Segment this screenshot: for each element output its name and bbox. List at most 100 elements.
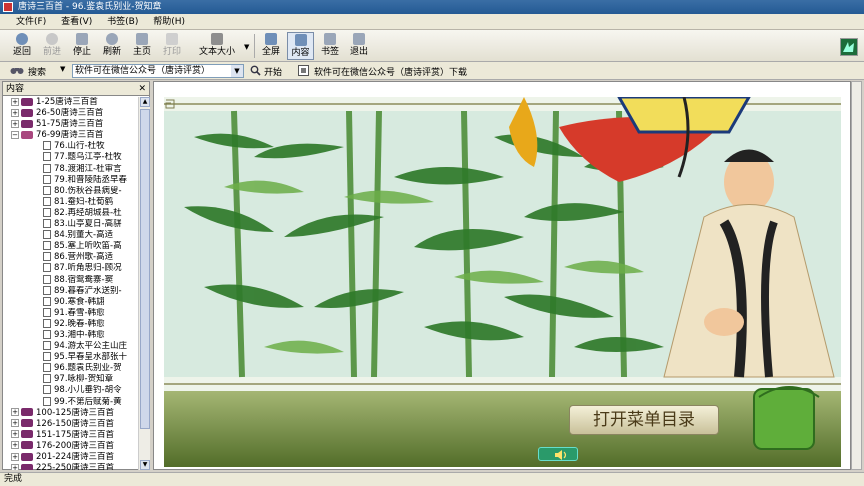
- tree-item[interactable]: 98.小儿垂钓-胡令: [3, 385, 138, 396]
- contents-panel-title: 内容: [6, 84, 25, 94]
- menu-help[interactable]: 帮助(H): [147, 14, 191, 28]
- text-size-icon: [211, 33, 223, 45]
- expand-icon[interactable]: +: [11, 441, 19, 450]
- tree-folder[interactable]: − 76-99唐诗三百首: [3, 130, 138, 141]
- tree-folder[interactable]: +151-175唐诗三百首: [3, 430, 138, 441]
- tree-folder[interactable]: +51-75唐诗三百首: [3, 119, 138, 130]
- expand-icon[interactable]: +: [11, 119, 19, 128]
- expand-icon[interactable]: +: [11, 463, 19, 470]
- window-title: 唐诗三百首 - 96.鉴袁氏别业-贺知章: [18, 2, 162, 12]
- back-button[interactable]: 返回: [8, 32, 36, 60]
- collapse-icon[interactable]: −: [11, 130, 19, 139]
- tree-item[interactable]: 82.再经胡城县-杜: [3, 207, 138, 219]
- page-icon: [43, 263, 51, 273]
- chevron-down-icon[interactable]: ▼: [231, 65, 243, 77]
- open-menu-button[interactable]: 打开菜单目录: [569, 405, 719, 435]
- tree-folder[interactable]: +176-200唐诗三百首: [3, 441, 138, 452]
- fullscreen-button[interactable]: 全屏: [258, 32, 284, 60]
- text-size-button[interactable]: 文本大小: [192, 32, 242, 60]
- book-icon: [21, 108, 33, 117]
- tree-item[interactable]: 96.题袁氏别业-贺: [3, 363, 138, 374]
- tree-folder[interactable]: +225-250唐诗三百首: [3, 463, 138, 470]
- page-icon: [43, 230, 51, 240]
- tree-folder[interactable]: +1-25唐诗三百首: [3, 97, 138, 108]
- close-icon[interactable]: ✕: [138, 82, 146, 96]
- back-arrow-icon: [16, 33, 28, 45]
- speaker-icon[interactable]: [538, 447, 578, 461]
- search-label[interactable]: 搜索: [28, 65, 46, 78]
- tree-item[interactable]: 84.别董大-高适: [3, 230, 138, 241]
- tree-item[interactable]: 95.早春呈水部张十: [3, 352, 138, 363]
- book-icon: [21, 419, 33, 428]
- expand-icon[interactable]: +: [11, 108, 19, 117]
- tree-item[interactable]: 85.塞上听吹笛-高: [3, 241, 138, 252]
- tree-item[interactable]: 77.题乌江亭-杜牧: [3, 152, 138, 163]
- tree-item[interactable]: 87.听角思归-顾况: [3, 263, 138, 274]
- stop-button[interactable]: 停止: [68, 32, 96, 60]
- exit-button[interactable]: 退出: [346, 32, 372, 60]
- tree-item[interactable]: 93.湘中-韩愈: [3, 329, 138, 341]
- forward-button[interactable]: 前进: [38, 32, 66, 60]
- tree-label: 225-250唐诗三百首: [36, 463, 115, 470]
- tree-label: 87.听角思归-顾况: [54, 263, 122, 274]
- tree-label: 76.山行-杜牧: [54, 141, 105, 152]
- tree-item[interactable]: 90.寒食-韩翃: [3, 296, 138, 308]
- flash-stage: 打开菜单目录: [164, 97, 841, 467]
- tree-item[interactable]: 83.山亭夏日-高骈: [3, 219, 138, 230]
- scroll-up-icon[interactable]: ▲: [140, 97, 150, 107]
- tree-item[interactable]: 81.蚕妇-杜荀鹤: [3, 196, 138, 208]
- app-icon: [3, 2, 13, 12]
- content-scrollbar[interactable]: [851, 81, 862, 470]
- text-size-dropdown-icon[interactable]: ▼: [244, 43, 249, 51]
- menu-bookmarks[interactable]: 书签(B): [101, 14, 144, 28]
- tree-label: 84.别董大-高适: [54, 230, 114, 241]
- home-button[interactable]: 主页: [128, 32, 156, 60]
- contents-button[interactable]: 内容: [287, 32, 314, 60]
- tree-item[interactable]: 88.宿鸳鸯寨-窦: [3, 274, 138, 286]
- expand-icon[interactable]: +: [11, 430, 19, 439]
- tree-item[interactable]: 99.不第后赋菊-黄: [3, 396, 138, 408]
- tree-folder[interactable]: +26-50唐诗三百首: [3, 108, 138, 119]
- tree-label: 126-150唐诗三百首: [36, 418, 115, 429]
- status-text: 完成: [4, 474, 23, 484]
- tree-folder[interactable]: +100-125唐诗三百首: [3, 408, 138, 419]
- tree-item[interactable]: 78.渡湘江-杜审言: [3, 163, 138, 175]
- title-bar: 唐诗三百首 - 96.鉴袁氏别业-贺知章: [0, 0, 864, 14]
- search-dropdown-icon[interactable]: ▼: [60, 65, 65, 73]
- start-button[interactable]: 开始: [264, 65, 282, 78]
- bookmark-button[interactable]: 书签: [317, 32, 343, 60]
- tree-label: 90.寒食-韩翃: [54, 296, 105, 307]
- tree-item[interactable]: 89.暮春浐水送别-: [3, 285, 138, 297]
- tree-item[interactable]: 92.晚春-韩愈: [3, 318, 138, 330]
- tree-item[interactable]: 91.春雪-韩愈: [3, 307, 138, 319]
- forward-arrow-icon: [46, 33, 58, 45]
- expand-icon[interactable]: +: [11, 452, 19, 461]
- search-combo[interactable]: 软件可在微信公众号（唐诗评赏） ▼: [72, 64, 244, 78]
- print-button[interactable]: 打印: [158, 32, 186, 60]
- tree-folder[interactable]: +126-150唐诗三百首: [3, 419, 138, 430]
- menu-bar: 文件(F) 查看(V) 书签(B) 帮助(H): [0, 14, 864, 30]
- tree-item[interactable]: 76.山行-杜牧: [3, 141, 138, 152]
- download-link[interactable]: 软件可在微信公众号（唐诗评赏）下载: [314, 65, 467, 78]
- refresh-icon: [106, 33, 118, 45]
- expand-icon[interactable]: +: [11, 419, 19, 428]
- menu-file[interactable]: 文件(F): [10, 14, 52, 28]
- expand-icon[interactable]: +: [11, 408, 19, 417]
- tree-item[interactable]: 86.营州歌-高适: [3, 252, 138, 263]
- tree-item[interactable]: 97.咏柳-贺知章: [3, 374, 138, 385]
- scroll-thumb[interactable]: [140, 109, 150, 429]
- scroll-down-icon[interactable]: ▼: [140, 460, 150, 470]
- page-icon: [43, 152, 51, 162]
- tree-label: 81.蚕妇-杜荀鹤: [54, 196, 114, 207]
- tree-item[interactable]: 94.游太平公主山庄: [3, 341, 138, 352]
- refresh-button[interactable]: 刷新: [98, 32, 126, 60]
- tree-label: 93.湘中-韩愈: [54, 329, 105, 340]
- contents-tree: +1-25唐诗三百首 +26-50唐诗三百首 +51-75唐诗三百首 −76-99唐诗…: [3, 97, 138, 470]
- expand-icon[interactable]: +: [11, 97, 19, 106]
- print-icon: [166, 33, 178, 45]
- tree-scrollbar[interactable]: ▲ ▼: [138, 97, 150, 470]
- tree-item[interactable]: 79.和晋陵陆丞早春: [3, 174, 138, 186]
- menu-view[interactable]: 查看(V): [55, 14, 98, 28]
- tree-folder[interactable]: +201-224唐诗三百首: [3, 452, 138, 463]
- tree-item[interactable]: 80.伤秋谷县病叟-: [3, 185, 138, 197]
